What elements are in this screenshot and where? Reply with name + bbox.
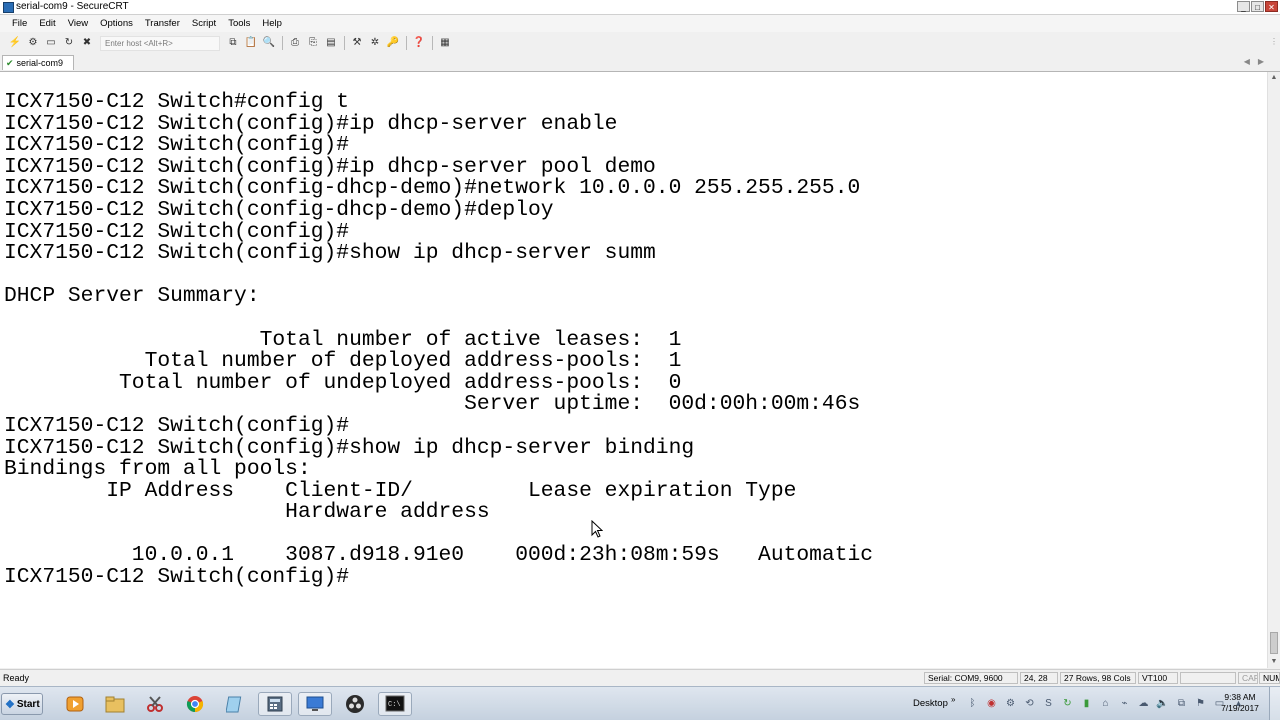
check-icon: ✔	[6, 57, 14, 68]
refresh-icon[interactable]: ↻	[1061, 697, 1074, 710]
volume-icon[interactable]: 🔈	[1156, 697, 1169, 710]
desktop-toolbar-label[interactable]: Desktop	[913, 698, 948, 709]
status-ready-text: Ready	[3, 673, 30, 683]
clock-time: 9:38 AM	[1224, 692, 1256, 702]
start-button[interactable]: ❖ Start	[1, 693, 43, 715]
menu-file[interactable]: File	[12, 18, 27, 29]
connect-icon[interactable]: ⚡	[8, 36, 22, 50]
menu-view[interactable]: View	[68, 18, 88, 29]
usb-icon[interactable]: ⌁	[1118, 697, 1131, 710]
desktop-toolbar-chevron-icon[interactable]: »	[951, 695, 955, 704]
window-title: serial-com9 - SecureCRT	[16, 1, 129, 12]
skype-icon[interactable]: S	[1042, 697, 1055, 710]
toolbar-grip-icon[interactable]: ⋮	[1270, 37, 1278, 49]
copy-icon[interactable]: ⧉	[226, 36, 240, 50]
tab-scroll-left-icon[interactable]: ◀	[1244, 57, 1258, 66]
notes-app-icon[interactable]	[218, 692, 252, 716]
session-tab-bar: ✔ serial-com9 ◀▶	[0, 55, 1280, 72]
find-icon[interactable]: 🔍	[262, 36, 276, 50]
toolbar-separator	[344, 36, 345, 50]
toolbar-separator	[406, 36, 407, 50]
quick-connect-icon[interactable]: ⚙	[26, 36, 40, 50]
obs-studio-icon[interactable]	[338, 692, 372, 716]
cloud-icon[interactable]: ☁	[1137, 697, 1150, 710]
title-bar: serial-com9 - SecureCRT _ □ ✕	[0, 0, 1280, 15]
scroll-up-icon[interactable]: ▲	[1268, 72, 1280, 84]
file-explorer-icon[interactable]	[98, 692, 132, 716]
close-button[interactable]: ✕	[1265, 1, 1278, 12]
start-label: Start	[16, 698, 40, 710]
tab-scroll-right-icon[interactable]: ▶	[1258, 57, 1272, 66]
print-icon[interactable]: ⎙	[288, 36, 302, 50]
bluetooth-icon[interactable]: ᛒ	[966, 697, 979, 710]
terminal-view[interactable]: ICX7150-C12 Switch#config t ICX7150-C12 …	[0, 72, 1267, 668]
disconnect-icon[interactable]: ✖	[80, 36, 94, 50]
media-player-icon[interactable]	[58, 692, 92, 716]
windows-taskbar: ❖ Start C:\ Desktop » ᛒ ◉ ⚙ ⟲ S ↻ ▮ ⌂ ⌁ …	[0, 686, 1280, 720]
minimize-button[interactable]: _	[1237, 1, 1250, 12]
connect-in-tab-icon[interactable]: ▭	[44, 36, 58, 50]
maximize-button[interactable]: □	[1251, 1, 1264, 12]
keymap-icon[interactable]: 🔑	[386, 36, 400, 50]
toolbar: ⚡ ⚙ ▭ ↻ ✖ Enter host <Alt+R> ⧉ 📋 🔍 ⎙ ⎘ ▤…	[0, 33, 1280, 53]
status-caps-lock: CAP	[1238, 672, 1258, 684]
toolbar-separator	[282, 36, 283, 50]
menu-options[interactable]: Options	[100, 18, 133, 29]
battery-icon[interactable]: ▮	[1080, 697, 1093, 710]
mouse-pointer-icon	[591, 520, 603, 538]
print-selection-icon[interactable]: ⎘	[306, 36, 320, 50]
session-options-icon[interactable]: ⚒	[350, 36, 364, 50]
tab-scroll-arrows[interactable]: ◀▶	[1244, 57, 1272, 66]
terminal-scrollbar[interactable]: ▲ ▼	[1267, 72, 1280, 668]
tab-label: serial-com9	[16, 58, 64, 68]
menu-edit[interactable]: Edit	[39, 18, 55, 29]
global-options-icon[interactable]: ✲	[368, 36, 382, 50]
sftp-icon[interactable]: ▦	[438, 36, 452, 50]
printer-icon[interactable]: ▤	[324, 36, 338, 50]
status-bar: Ready Serial: COM9, 9600 24, 28 27 Rows,…	[0, 669, 1280, 686]
menu-tools[interactable]: Tools	[228, 18, 250, 29]
svg-text:C:\: C:\	[388, 701, 401, 709]
scroll-down-icon[interactable]: ▼	[1268, 656, 1280, 668]
device-icon[interactable]: ⌂	[1099, 697, 1112, 710]
toolbar-separator	[432, 36, 433, 50]
quick-connect-input[interactable]: Enter host <Alt+R>	[100, 35, 220, 51]
help-icon[interactable]: ❓	[412, 36, 426, 50]
paste-icon[interactable]: 📋	[244, 36, 258, 50]
network-icon[interactable]: ⚙	[1004, 697, 1017, 710]
tab-serial-com9[interactable]: ✔ serial-com9	[2, 55, 74, 70]
window-controls: _ □ ✕	[1237, 1, 1278, 12]
copy-tray-icon[interactable]: ⧉	[1175, 697, 1188, 710]
system-tray: ᛒ ◉ ⚙ ⟲ S ↻ ▮ ⌂ ⌁ ☁ 🔈 ⧉ ⚑ ▭ ▴	[966, 697, 1251, 710]
flag-icon[interactable]: ⚑	[1194, 697, 1207, 710]
remote-desktop-icon[interactable]	[298, 692, 332, 716]
windows-logo-icon: ❖	[5, 698, 15, 711]
securecrt-app-icon	[3, 2, 14, 13]
taskbar-clock[interactable]: 9:38 AM 7/19/2017	[1220, 692, 1260, 714]
calculator-app-icon[interactable]	[258, 692, 292, 716]
securecrt-taskbar-icon[interactable]: C:\	[378, 692, 412, 716]
chrome-icon[interactable]	[178, 692, 212, 716]
scroll-thumb[interactable]	[1270, 632, 1278, 654]
status-dimensions: 27 Rows, 98 Cols	[1060, 672, 1136, 684]
status-connection: Serial: COM9, 9600	[924, 672, 1018, 684]
menu-transfer[interactable]: Transfer	[145, 18, 180, 29]
menu-help[interactable]: Help	[262, 18, 282, 29]
show-desktop-button[interactable]	[1269, 687, 1280, 720]
antivirus-icon[interactable]: ◉	[985, 697, 998, 710]
clock-date: 7/19/2017	[1221, 703, 1259, 713]
menu-bar: File Edit View Options Transfer Script T…	[0, 15, 1280, 32]
status-emulation: VT100	[1138, 672, 1178, 684]
snipping-tool-icon[interactable]	[138, 692, 172, 716]
status-blank	[1180, 672, 1236, 684]
status-cursor-position: 24, 28	[1020, 672, 1058, 684]
status-num-lock: NUM	[1259, 672, 1280, 684]
reconnect-icon[interactable]: ↻	[62, 36, 76, 50]
menu-script[interactable]: Script	[192, 18, 216, 29]
sync-icon[interactable]: ⟲	[1023, 697, 1036, 710]
terminal-output: ICX7150-C12 Switch#config t ICX7150-C12 …	[4, 90, 874, 590]
